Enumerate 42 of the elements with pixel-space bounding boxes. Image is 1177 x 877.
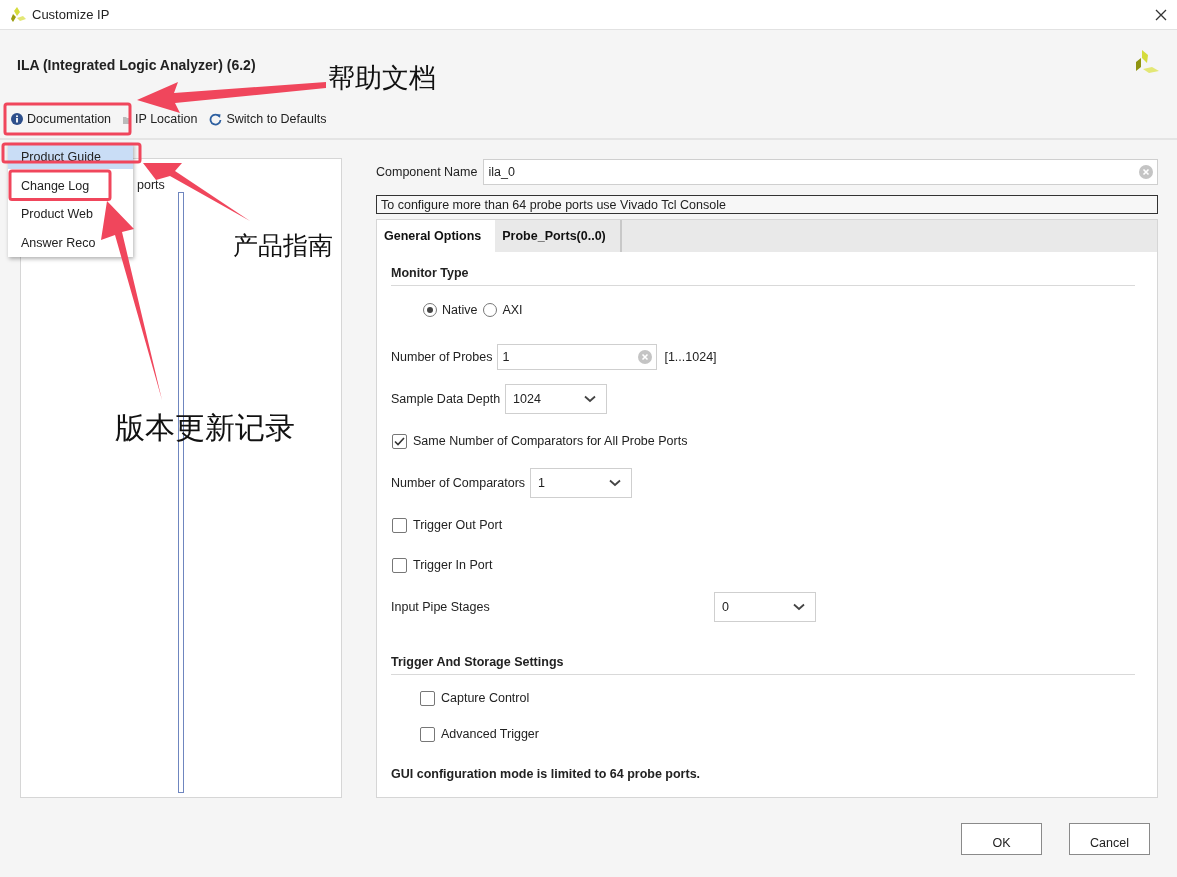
range-hint: [1...1024] [664,350,717,364]
checkmark-icon [394,436,405,446]
logo-icon [10,6,26,23]
radio-button[interactable]: AXI [483,303,523,317]
info-icon [11,113,23,125]
chevron-down-icon [584,395,597,403]
field-label: Number of Comparators [391,476,526,490]
annotation-label: 产品指南 [233,230,333,262]
dropdown[interactable]: 1 [530,468,633,498]
field-label: Input Pipe Stages [391,600,491,614]
input-field[interactable]: 1 [497,344,658,370]
checkbox[interactable]: Capture Control [419,690,530,706]
checkbox[interactable]: Same Number of Comparators for All Probe Ports [391,433,688,449]
field-label: Component Name [376,165,478,179]
field-label: Sample Data Depth [391,392,501,406]
footnote: GUI configuration mode is limited to 64 probe ports. [391,767,702,781]
close-icon[interactable] [1155,8,1167,21]
checkbox[interactable]: Advanced Trigger [419,726,539,742]
toolbar-button[interactable]: IP Location [123,112,198,126]
field-label: Number of Probes [391,350,493,364]
notice-bar: To configure more than 64 probe ports use Vivado Tcl Console [376,195,1158,214]
radio-button[interactable]: Native [423,303,478,317]
checkbox[interactable]: Trigger In Port [391,557,493,573]
folder-icon [123,114,132,124]
input-field[interactable]: ila_0 [483,159,1158,185]
dialog-button[interactable]: OK [961,823,1042,855]
chevron-down-icon [609,479,622,487]
toolbar-button[interactable]: Switch to Defaults [209,112,327,126]
refresh-icon [209,112,223,126]
dropdown[interactable]: 0 [714,592,816,622]
section-heading: Monitor Type [391,266,1135,286]
dialog-button[interactable]: Cancel [1069,823,1150,855]
tab[interactable]: General Options [377,220,496,252]
toolbar-button[interactable]: Documentation [11,112,112,126]
section-heading: Trigger And Storage Settings [391,655,1135,675]
ip-title: ILA (Integrated Logic Analyzer) (6.2) [17,57,256,73]
window-title: Customize IP [32,7,111,22]
panel-text: ports [137,178,165,192]
chevron-down-icon [793,603,805,611]
checkbox[interactable]: Trigger Out Port [391,517,503,533]
dropdown[interactable]: 1024 [505,384,608,414]
annotation-label: 帮助文档 [328,61,436,95]
